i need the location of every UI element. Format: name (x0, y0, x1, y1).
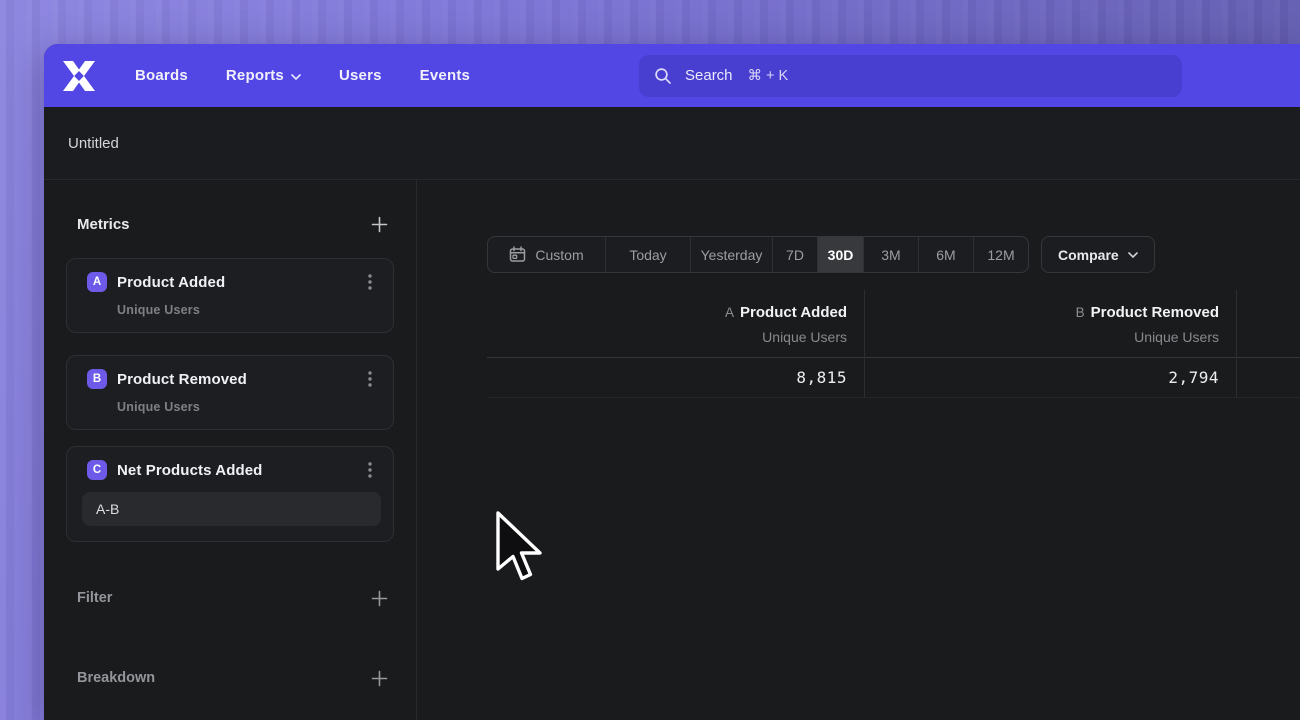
date-range-30d-selected[interactable]: 30D (817, 237, 863, 272)
metric-measure[interactable]: Unique Users (117, 303, 379, 317)
kebab-icon (368, 462, 372, 478)
breakdown-section: Breakdown (66, 666, 394, 690)
date-range-label: 3M (881, 247, 900, 263)
filter-title: Filter (66, 590, 112, 606)
column-name: Product Removed (1091, 304, 1219, 321)
report-title[interactable]: Untitled (68, 135, 119, 152)
plus-icon (371, 670, 388, 687)
metric-name: Product Removed (117, 371, 247, 388)
content-area: Metrics A Product Added (44, 180, 1300, 720)
nav-item-label: Events (420, 67, 470, 84)
metric-more-button[interactable] (361, 369, 379, 389)
column-header[interactable]: A Product Added Unique Users (487, 290, 864, 358)
formula-input[interactable]: A-B (82, 492, 381, 526)
search-placeholder: Search (685, 67, 733, 84)
app-window: Boards Reports Users Events Search ⌘ + K (44, 44, 1300, 720)
nav-menu: Boards Reports Users Events (135, 67, 470, 84)
date-range-custom[interactable]: Custom (488, 237, 605, 272)
breakdown-title: Breakdown (66, 670, 155, 686)
nav-item-boards[interactable]: Boards (135, 67, 188, 84)
date-range-label: 12M (987, 247, 1014, 263)
metric-badge: B (87, 369, 107, 389)
filter-section: Filter (66, 586, 394, 610)
nav-item-label: Users (339, 67, 382, 84)
report-main: Custom Today Yesterday 7D 30D (417, 180, 1300, 720)
metric-measure[interactable]: Unique Users (117, 400, 379, 414)
results-table: A Product Added Unique Users 8,815 B Produ… (487, 290, 1300, 398)
calendar-icon (509, 246, 526, 263)
metric-name: Product Added (117, 274, 225, 291)
metric-card-c[interactable]: C Net Products Added A-B (66, 446, 394, 542)
metric-name: Net Products Added (117, 462, 262, 479)
column-prefix: A (725, 305, 734, 320)
column-name: Product Added (740, 304, 847, 321)
nav-item-label: Boards (135, 67, 188, 84)
search-input[interactable]: Search ⌘ + K (639, 55, 1182, 97)
result-column-spacer (1237, 290, 1300, 398)
date-range-label: 30D (828, 247, 854, 263)
metric-card-a[interactable]: A Product Added Unique Users (66, 258, 394, 333)
search-icon (654, 67, 672, 85)
chevron-down-icon (291, 74, 301, 80)
metric-more-button[interactable] (361, 460, 379, 480)
date-range-3m[interactable]: 3M (863, 237, 918, 272)
top-navbar: Boards Reports Users Events Search ⌘ + K (44, 44, 1300, 107)
kebab-icon (368, 371, 372, 387)
nav-item-label: Reports (226, 67, 284, 84)
date-range-yesterday[interactable]: Yesterday (690, 237, 772, 272)
date-range-control: Custom Today Yesterday 7D 30D (487, 236, 1029, 273)
plus-icon (371, 590, 388, 607)
metric-more-button[interactable] (361, 272, 379, 292)
plus-icon (371, 216, 388, 233)
nav-item-users[interactable]: Users (339, 67, 382, 84)
nav-item-reports[interactable]: Reports (226, 67, 301, 84)
chevron-down-icon (1128, 252, 1138, 258)
date-range-label: Yesterday (701, 247, 763, 263)
metric-card-b[interactable]: B Product Removed Unique Users (66, 355, 394, 430)
date-range-label: 6M (936, 247, 955, 263)
date-range-12m[interactable]: 12M (973, 237, 1028, 272)
compare-label: Compare (1058, 247, 1119, 263)
compare-button[interactable]: Compare (1041, 236, 1155, 273)
date-range-label: 7D (786, 247, 804, 263)
result-value: 8,815 (487, 358, 864, 398)
result-value: 2,794 (865, 358, 1236, 398)
result-column-a: A Product Added Unique Users 8,815 (487, 290, 865, 398)
kebab-icon (368, 274, 372, 290)
date-range-label: Custom (535, 247, 583, 263)
column-measure: Unique Users (487, 329, 847, 345)
add-breakdown-button[interactable] (366, 665, 392, 691)
query-sidebar: Metrics A Product Added (44, 180, 417, 720)
date-range-6m[interactable]: 6M (918, 237, 973, 272)
date-range-label: Today (629, 247, 666, 263)
result-column-b: B Product Removed Unique Users 2,794 (865, 290, 1237, 398)
column-header[interactable]: B Product Removed Unique Users (865, 290, 1236, 358)
metric-badge: A (87, 272, 107, 292)
metrics-title: Metrics (66, 216, 130, 233)
search-shortcut: ⌘ + K (748, 68, 789, 84)
report-titlebar: Untitled (44, 107, 1300, 180)
date-range-7d[interactable]: 7D (772, 237, 817, 272)
column-prefix: B (1076, 305, 1085, 320)
metrics-header: Metrics (66, 212, 394, 236)
date-toolbar: Custom Today Yesterday 7D 30D (487, 236, 1300, 273)
add-metric-button[interactable] (366, 211, 392, 237)
column-measure: Unique Users (865, 329, 1219, 345)
mixpanel-logo-icon[interactable] (62, 61, 96, 91)
nav-item-events[interactable]: Events (420, 67, 470, 84)
metric-badge: C (87, 460, 107, 480)
date-range-today[interactable]: Today (605, 237, 690, 272)
add-filter-button[interactable] (366, 585, 392, 611)
